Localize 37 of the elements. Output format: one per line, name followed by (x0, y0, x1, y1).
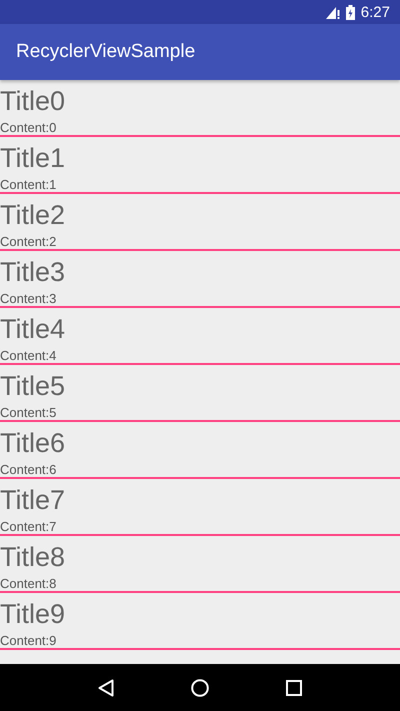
item-content: Content:5 (0, 405, 58, 420)
item-title: Title2 (0, 199, 66, 232)
battery-icon (346, 4, 355, 20)
item-content: Content:9 (0, 633, 58, 648)
item-title: Title9 (0, 598, 66, 631)
item-content: Content:6 (0, 462, 58, 477)
item-title: Title1 (0, 142, 66, 175)
status-time: 6:27 (360, 4, 390, 20)
item-title: Title8 (0, 541, 66, 574)
item-content: Content:7 (0, 519, 58, 534)
item-content: Content:2 (0, 234, 58, 249)
item-content: Content:0 (0, 120, 58, 135)
list-item[interactable]: Title1 Content:1 (0, 137, 400, 194)
item-title: Title0 (0, 85, 66, 118)
list-item[interactable]: Title6 Content:6 (0, 422, 400, 479)
item-title: Title7 (0, 484, 66, 517)
signal-icon (326, 5, 340, 19)
item-content: Content:1 (0, 177, 58, 192)
list-item[interactable]: Title2 Content:2 (0, 194, 400, 251)
item-title: Title4 (0, 313, 66, 346)
list-item[interactable]: Title8 Content:8 (0, 536, 400, 593)
back-icon[interactable] (98, 678, 114, 696)
item-title: Title3 (0, 256, 66, 289)
home-icon[interactable] (190, 678, 209, 696)
item-title: Title6 (0, 427, 66, 460)
list-item[interactable]: Title4 Content:4 (0, 308, 400, 365)
list-item[interactable]: Title5 Content:5 (0, 365, 400, 422)
list-item[interactable]: Title7 Content:7 (0, 479, 400, 536)
item-content: Content:8 (0, 576, 58, 591)
list-item[interactable]: Title0 Content:0 (0, 80, 400, 137)
item-content: Content:4 (0, 348, 58, 363)
list-item[interactable]: Title9 Content:9 (0, 593, 400, 650)
item-title: Title5 (0, 370, 66, 403)
recents-icon[interactable] (286, 680, 302, 696)
item-content: Content:3 (0, 291, 58, 306)
app-title: RecyclerViewSample (16, 41, 196, 63)
list-item[interactable]: Title3 Content:3 (0, 251, 400, 308)
